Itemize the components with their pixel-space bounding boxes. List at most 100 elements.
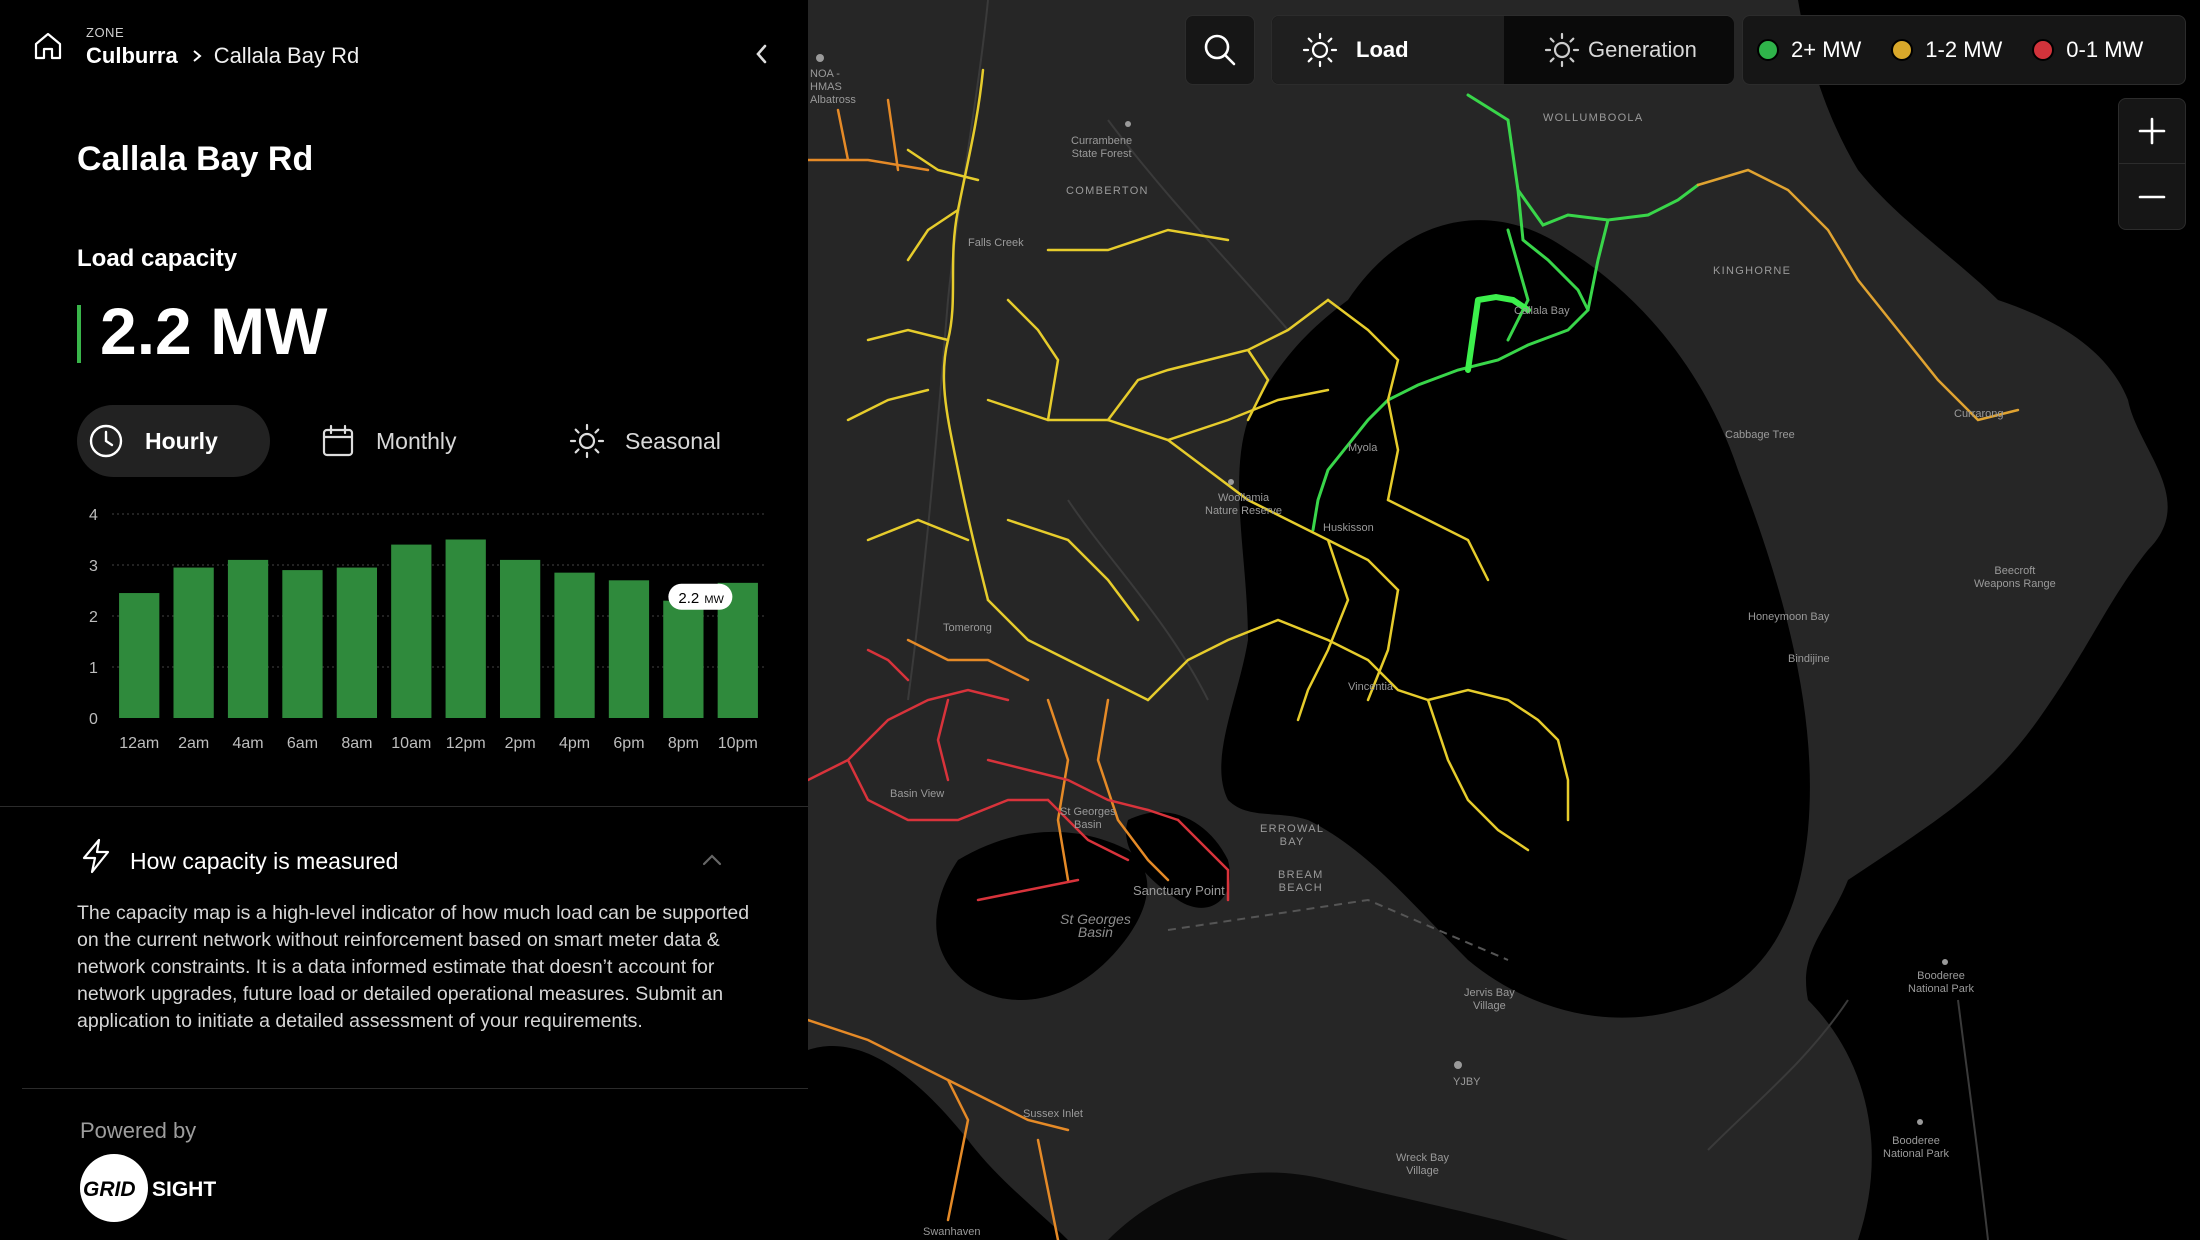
tab-hourly-label: Hourly bbox=[145, 427, 218, 454]
y-tick-label: 3 bbox=[89, 558, 98, 575]
place-label: NOA - HMAS Albatross bbox=[810, 68, 856, 106]
legend-dot bbox=[2032, 39, 2055, 61]
zoom-controls bbox=[2118, 98, 2186, 230]
feeder-title: Callala Bay Rd bbox=[77, 140, 314, 178]
zoom-out-button[interactable] bbox=[2119, 164, 2185, 229]
place-label: KINGHORNE bbox=[1713, 265, 1792, 277]
place-label: Sussex Inlet bbox=[1023, 1108, 1083, 1120]
legend-item-medium: 1-2 MW bbox=[1891, 37, 2002, 63]
highlight-unit: MW bbox=[704, 594, 724, 606]
tab-hourly[interactable]: Hourly bbox=[77, 405, 270, 477]
x-tick-label: 4pm bbox=[559, 735, 590, 752]
place-label: Falls Creek bbox=[968, 237, 1024, 249]
mode-load-button[interactable]: Load bbox=[1272, 16, 1504, 84]
logo-text-sight: SIGHT bbox=[152, 1178, 216, 1201]
capacity-map[interactable]: WOLLUMBOOLA Currambene State Forest COMB… bbox=[808, 0, 2200, 1240]
place-label: Basin View bbox=[890, 788, 945, 800]
collapse-sidebar-button[interactable] bbox=[748, 40, 776, 68]
highlight-value: 2.2 bbox=[678, 590, 699, 607]
legend-dot bbox=[1891, 39, 1914, 61]
period-tabs: Hourly Monthly Seasonal bbox=[77, 405, 767, 477]
chart-bar bbox=[119, 593, 160, 718]
y-tick-label: 1 bbox=[89, 660, 98, 677]
breadcrumb-feeder: Callala Bay Rd bbox=[213, 43, 360, 68]
place-label: Cabbage Tree bbox=[1725, 429, 1795, 441]
x-tick-label: 10am bbox=[391, 735, 431, 752]
search-icon bbox=[1204, 34, 1236, 66]
sun-icon bbox=[569, 423, 605, 459]
mode-load-label: Load bbox=[1356, 37, 1409, 62]
place-label: Currarong bbox=[1954, 408, 2004, 420]
breadcrumb: Culburra Callala Bay Rd bbox=[86, 43, 359, 69]
y-tick-label: 0 bbox=[89, 711, 98, 728]
sun-icon bbox=[1544, 32, 1580, 68]
zone-label: ZONE bbox=[86, 25, 125, 40]
place-label: Swanhaven bbox=[923, 1226, 981, 1238]
chart-bar bbox=[336, 567, 378, 718]
powered-by-label: Powered by bbox=[80, 1118, 197, 1143]
chart-bar bbox=[282, 570, 323, 718]
chart-bar bbox=[445, 539, 486, 718]
chart-bar bbox=[173, 567, 214, 718]
chart-bar bbox=[499, 559, 541, 718]
capacity-legend: 2+ MW 1-2 MW 0-1 MW bbox=[1742, 15, 2186, 85]
x-tick-label: 8am bbox=[341, 735, 372, 752]
chevron-right-icon bbox=[193, 50, 202, 62]
x-tick-label: 4am bbox=[232, 735, 263, 752]
plus-icon bbox=[2138, 117, 2166, 145]
divider bbox=[0, 806, 808, 807]
calendar-icon bbox=[322, 424, 354, 457]
y-tick-label: 2 bbox=[89, 609, 98, 626]
x-tick-label: 6am bbox=[287, 735, 318, 752]
legend-item-low: 0-1 MW bbox=[2032, 37, 2143, 63]
x-tick-label: 12pm bbox=[446, 735, 486, 752]
info-body: The capacity map is a high-level indicat… bbox=[77, 902, 750, 1032]
place-label: Bindijine bbox=[1788, 653, 1830, 665]
place-label: Honeymoon Bay bbox=[1748, 611, 1830, 623]
map-canvas[interactable] bbox=[808, 0, 2200, 1240]
place-label: Vincentia bbox=[1348, 681, 1394, 693]
place-label: Tomerong bbox=[943, 622, 992, 634]
place-label: St Georges Basin bbox=[1060, 806, 1116, 831]
y-tick-label: 4 bbox=[89, 507, 98, 524]
chevron-up-icon[interactable] bbox=[700, 848, 724, 872]
sidebar: ZONE Culburra Callala Bay Rd Callala Bay… bbox=[0, 0, 808, 1240]
legend-label: 0-1 MW bbox=[2066, 37, 2144, 62]
place-label: Currambene State Forest bbox=[1071, 135, 1133, 160]
sun-icon bbox=[1302, 32, 1338, 68]
capacity-value: 2.2 MW bbox=[100, 294, 328, 368]
search-button[interactable] bbox=[1185, 15, 1255, 85]
x-tick-label: 12am bbox=[119, 735, 159, 752]
x-tick-label: 10pm bbox=[718, 735, 758, 752]
divider bbox=[22, 1088, 808, 1089]
capacity-label: Load capacity bbox=[77, 245, 238, 272]
info-title[interactable]: How capacity is measured bbox=[130, 848, 398, 875]
x-tick-label: 2pm bbox=[505, 735, 536, 752]
hourly-capacity-chart: 0 1 2 3 4 12am 2am 4am 6am 8am 10am 12pm 2pm 4pm 6pm 8p… bbox=[89, 507, 765, 752]
place-label: Wreck Bay Village bbox=[1396, 1152, 1449, 1177]
place-label: Myola bbox=[1348, 442, 1378, 454]
mode-generation-button[interactable]: Generation bbox=[1504, 16, 1734, 84]
chart-bar bbox=[227, 559, 269, 718]
tab-monthly[interactable]: Monthly bbox=[320, 405, 490, 477]
legend-item-high: 2+ MW bbox=[1757, 37, 1861, 63]
place-label: COMBERTON bbox=[1066, 185, 1149, 197]
place-label: Jervis Bay Village bbox=[1464, 987, 1515, 1012]
breadcrumb-zone[interactable]: Culburra bbox=[86, 43, 178, 69]
tab-monthly-label: Monthly bbox=[376, 427, 457, 454]
legend-label: 1-2 MW bbox=[1925, 37, 2003, 62]
tab-seasonal[interactable]: Seasonal bbox=[569, 405, 769, 477]
chart-bar bbox=[663, 600, 704, 718]
logo-text-grid: GRID bbox=[83, 1178, 136, 1201]
x-tick-label: 6pm bbox=[613, 735, 644, 752]
place-label: Callala Bay bbox=[1514, 305, 1570, 317]
legend-dot bbox=[1757, 39, 1779, 61]
place-label: WOLLUMBOOLA bbox=[1543, 112, 1644, 124]
lightning-icon bbox=[82, 838, 110, 874]
capacity-indicator-bar bbox=[77, 305, 81, 363]
zoom-in-button[interactable] bbox=[2119, 99, 2185, 164]
place-label: Beecroft Weapons Range bbox=[1974, 565, 2056, 590]
home-icon[interactable] bbox=[32, 30, 64, 62]
x-tick-label: 8pm bbox=[668, 735, 699, 752]
chart-bar bbox=[391, 544, 432, 718]
